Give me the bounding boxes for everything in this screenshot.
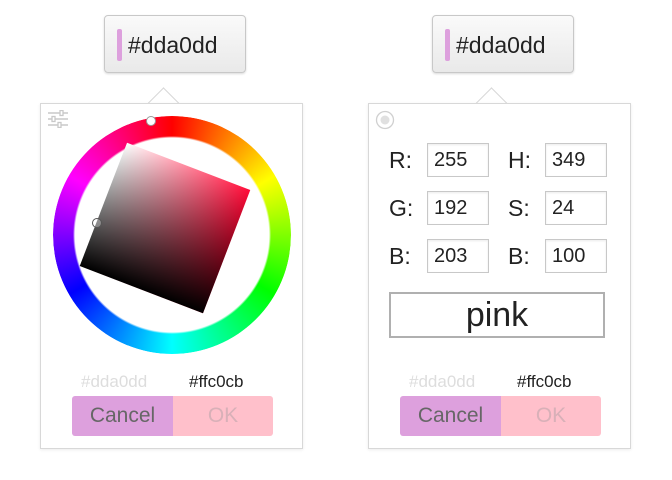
green-input[interactable] xyxy=(427,191,489,225)
color-swatch-button[interactable]: #dda0dd xyxy=(432,15,574,73)
previous-color-hex[interactable]: #dda0dd xyxy=(409,372,475,392)
brightness-label: B: xyxy=(508,243,530,269)
hue-label: H: xyxy=(508,147,531,173)
ok-button[interactable]: OK xyxy=(501,396,601,436)
red-label: R: xyxy=(389,147,412,173)
cancel-button[interactable]: Cancel xyxy=(400,396,501,436)
brightness-input[interactable] xyxy=(545,239,607,273)
sliders-icon[interactable] xyxy=(47,109,69,133)
red-input[interactable] xyxy=(427,143,489,177)
blue-input[interactable] xyxy=(427,239,489,273)
swatch-hex-label: #dda0dd xyxy=(128,32,218,58)
swatch-hex-label: #dda0dd xyxy=(456,32,546,58)
color-swatch-indicator xyxy=(445,29,450,61)
saturation-value-marker[interactable] xyxy=(92,218,102,228)
cancel-button[interactable]: Cancel xyxy=(72,396,173,436)
hue-ring-marker[interactable] xyxy=(146,116,156,126)
green-label: G: xyxy=(389,195,414,221)
current-color-hex: #ffc0cb xyxy=(517,372,572,391)
color-swatch-indicator xyxy=(117,29,122,61)
color-wheel-popover: #dda0dd #ffc0cb Cancel OK xyxy=(40,103,303,449)
saturation-label: S: xyxy=(508,195,530,221)
blue-label: B: xyxy=(389,243,411,269)
current-color-hex: #ffc0cb xyxy=(189,372,244,391)
color-name-input[interactable] xyxy=(389,292,605,338)
saturation-input[interactable] xyxy=(545,191,607,225)
previous-color-hex[interactable]: #dda0dd xyxy=(81,372,147,392)
color-swatch-button[interactable]: #dda0dd xyxy=(104,15,246,73)
ok-button[interactable]: OK xyxy=(173,396,273,436)
hue-input[interactable] xyxy=(545,143,607,177)
color-values-popover: R: H: G: S: B: B: #dda0dd #ffc0cb Cancel… xyxy=(368,103,631,449)
color-wheel-icon[interactable] xyxy=(375,110,395,135)
